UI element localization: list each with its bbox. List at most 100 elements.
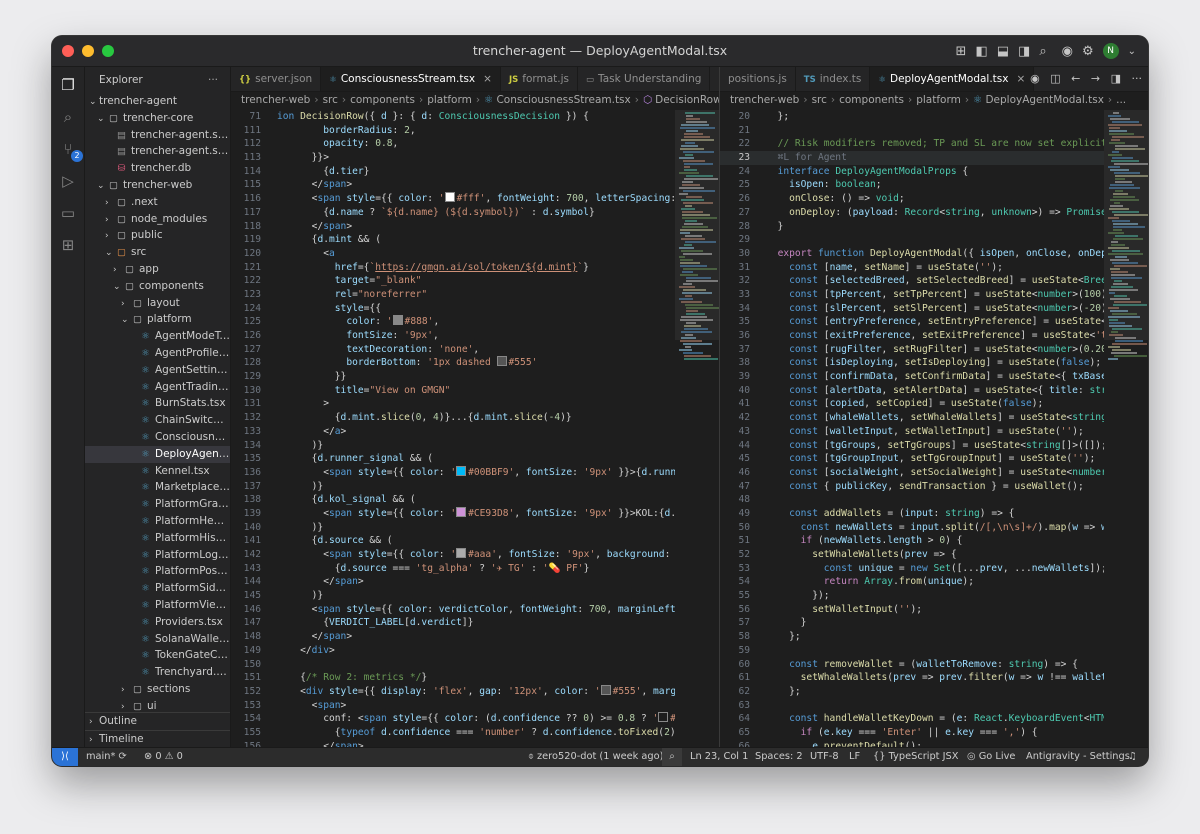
tree-item[interactable]: ⚛ Trenchyard.tsx [85, 664, 230, 681]
timeline-section[interactable]: › Timeline [85, 730, 230, 748]
breadcrumb-item[interactable]: src [323, 94, 338, 106]
tree-item[interactable]: ⚛ PlatformView.tsx [85, 597, 230, 614]
breadcrumb-item[interactable]: components [839, 94, 904, 106]
minimap-line [680, 340, 702, 342]
tree-item[interactable]: ⚛ PlatformGraph.... [85, 496, 230, 513]
tree-item[interactable]: ⚛ PlatformHistory... [85, 530, 230, 547]
breadcrumb-item[interactable]: DeployAgentModal.tsx [985, 94, 1103, 106]
tree-item[interactable]: ⚛ SolanaWalletPr... [85, 631, 230, 648]
tree-item[interactable]: ⚛ Providers.tsx [85, 614, 230, 631]
tree-item[interactable]: ⚛ BurnStats.tsx [85, 395, 230, 412]
tree-item[interactable]: › ▢ layout [85, 295, 230, 312]
avatar[interactable]: N [1102, 43, 1119, 59]
chrome-icon[interactable]: ◉ [1062, 44, 1073, 59]
go-forward-icon[interactable]: → [1091, 72, 1100, 85]
split-editor-right-icon[interactable]: ◨ [1111, 72, 1121, 85]
search-icon[interactable]: ⌕ [58, 107, 78, 127]
run-debug-icon[interactable]: ▷ [58, 171, 78, 191]
tree-item[interactable]: ▤ trencher-agent.sqli... [85, 127, 230, 144]
language-mode[interactable]: {} TypeScript JSX [873, 748, 958, 766]
explorer-icon[interactable]: ❐ [58, 75, 78, 95]
remote-indicator-icon[interactable]: ⟩⟨ [52, 748, 78, 766]
editor-tab[interactable]: positions.js [720, 67, 796, 91]
breadcrumb-item[interactable]: ConsciousnessStream.tsx [496, 94, 630, 106]
tree-item[interactable]: ⚛ PlatformHeader... [85, 513, 230, 530]
minimap-left[interactable] [675, 110, 719, 748]
close-icon[interactable]: × [483, 73, 492, 85]
tree-item[interactable]: › ▢ app [85, 261, 230, 278]
outline-section[interactable]: › Outline [85, 713, 230, 730]
breadcrumb-item[interactable]: platform [916, 94, 961, 106]
go-live-button[interactable]: ◎ Go Live [967, 748, 1015, 766]
encoding[interactable]: UTF-8 [810, 748, 839, 766]
zoom-search-icon[interactable]: ⌕ [662, 748, 682, 766]
go-back-icon[interactable]: ← [1071, 72, 1080, 85]
remote-explorer-icon[interactable]: ▭ [58, 203, 78, 223]
breadcrumb-item[interactable]: components [350, 94, 415, 106]
gear-icon[interactable]: ⚙ [1082, 44, 1094, 59]
minimap-right[interactable] [1104, 110, 1148, 748]
minimap-viewport[interactable] [1104, 110, 1148, 340]
toggle-secondary-sidebar-icon[interactable]: ◨ [1018, 44, 1030, 59]
split-editor-icon[interactable]: ◫ [1050, 72, 1060, 85]
tree-item[interactable]: ⌄ ▢ components [85, 278, 230, 295]
tree-item[interactable]: ⚛ AgentTradingHi... [85, 379, 230, 396]
tree-item[interactable]: ⚛ PlatformSideba... [85, 580, 230, 597]
chrome-preview-icon[interactable]: ◉ [1030, 72, 1040, 85]
breadcrumb-item[interactable]: ... [1116, 94, 1126, 106]
editor-tab[interactable]: TS index.ts [796, 67, 871, 91]
editor-tab[interactable]: ⚛ ConsciousnessStream.tsx × [321, 67, 501, 91]
search-icon[interactable]: ⌕ [1039, 44, 1046, 59]
breadcrumb-item[interactable]: DecisionRow [655, 94, 719, 106]
breadcrumb-item[interactable]: platform [427, 94, 472, 106]
tree-item[interactable]: › ▢ public [85, 227, 230, 244]
tree-item[interactable]: ⚛ TokenGateCard.... [85, 647, 230, 664]
tree-item[interactable]: ⚛ ChainSwitcher.t... [85, 412, 230, 429]
tree-item[interactable]: ⚛ Marketplace.tsx [85, 479, 230, 496]
bell-icon[interactable]: ♫ [1128, 748, 1137, 766]
extensions-icon[interactable]: ⊞ [58, 235, 78, 255]
tree-item[interactable]: ⌄ ▢ trencher-web [85, 177, 230, 194]
editor-tab[interactable]: JS format.js [501, 67, 579, 91]
line-endings[interactable]: LF [849, 748, 860, 766]
more-actions-icon[interactable]: ··· [208, 67, 218, 93]
tree-item[interactable]: › ▢ sections [85, 681, 230, 698]
branch-indicator[interactable]: main* ⟳ [86, 748, 127, 766]
breadcrumb-item[interactable]: trencher-web [241, 94, 310, 106]
code-editor-right[interactable]: 20 }; 21 22 // Risk modifiers removed; T… [720, 110, 1104, 748]
source-control-icon[interactable]: ⑂ 2 [58, 139, 83, 162]
toggle-sidebar-icon[interactable]: ◧ [975, 44, 987, 59]
editor-tab[interactable]: ▭ Task Understanding [578, 67, 711, 91]
editor-tab[interactable]: ⚛ DeployAgentModal.tsx × [870, 67, 1035, 91]
problems-indicator[interactable]: ⊗ 0 ⚠ 0 [144, 748, 183, 766]
settings-indicator[interactable]: Antigravity - Settings [1026, 748, 1130, 766]
git-blame-indicator[interactable]: ⌽ zero520-dot (1 week ago) [528, 748, 663, 766]
cursor-position[interactable]: Ln 23, Col 1 [690, 748, 748, 766]
tree-item[interactable]: ⌄ ▢ src [85, 244, 230, 261]
tree-item[interactable]: ⌄ ▢ trencher-core [85, 110, 230, 127]
more-actions-icon[interactable]: ··· [1132, 72, 1143, 85]
chevron-down-icon[interactable]: ⌄ [1128, 46, 1136, 57]
tree-item[interactable]: ⌄ trencher-agent [85, 93, 230, 110]
tree-item[interactable]: ⛁ trencher.db [85, 160, 230, 177]
editor-tab[interactable]: {} server.json [231, 67, 322, 91]
breadcrumb-item[interactable]: trencher-web [730, 94, 799, 106]
toggle-panel-icon[interactable]: ⬓ [997, 44, 1009, 59]
tree-item[interactable]: ⌄ ▢ platform [85, 311, 230, 328]
breadcrumb-item[interactable]: src [812, 94, 827, 106]
tree-item[interactable]: › ▢ .next [85, 194, 230, 211]
tree-item[interactable]: ⚛ Consciousness... [85, 429, 230, 446]
tree-item[interactable]: ⚛ AgentModeTog... [85, 328, 230, 345]
minimap-viewport[interactable] [675, 110, 719, 340]
code-editor-left[interactable]: 71 ion DecisionRow({ d }: { d: Consciousn… [231, 110, 675, 748]
tree-item[interactable]: ⚛ PlatformPositio... [85, 563, 230, 580]
tree-item[interactable]: ⚛ Kennel.tsx [85, 463, 230, 480]
tree-item[interactable]: ▤ trencher-agent.sqli... [85, 143, 230, 160]
tree-item[interactable]: ⚛ AgentSettings.... [85, 362, 230, 379]
indentation[interactable]: Spaces: 2 [755, 748, 803, 766]
tree-item[interactable]: ⚛ PlatformLogStri... [85, 547, 230, 564]
tree-item[interactable]: › ▢ node_modules [85, 211, 230, 228]
layout-grid-icon[interactable]: ⊞ [956, 44, 967, 59]
tree-item[interactable]: ⚛ DeployAgentM... [85, 445, 230, 463]
tree-item[interactable]: ⚛ AgentProfileCa... [85, 345, 230, 362]
